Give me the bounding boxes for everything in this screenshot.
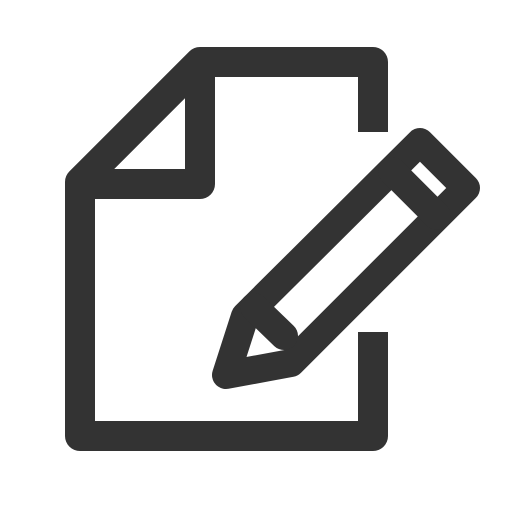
edit-document-icon	[65, 47, 480, 451]
pencil-eraser-band	[378, 157, 451, 230]
icon-canvas	[0, 0, 512, 512]
pencil-tip-band	[240, 293, 298, 350]
pencil-icon	[212, 128, 480, 389]
pencil-body	[212, 128, 480, 389]
